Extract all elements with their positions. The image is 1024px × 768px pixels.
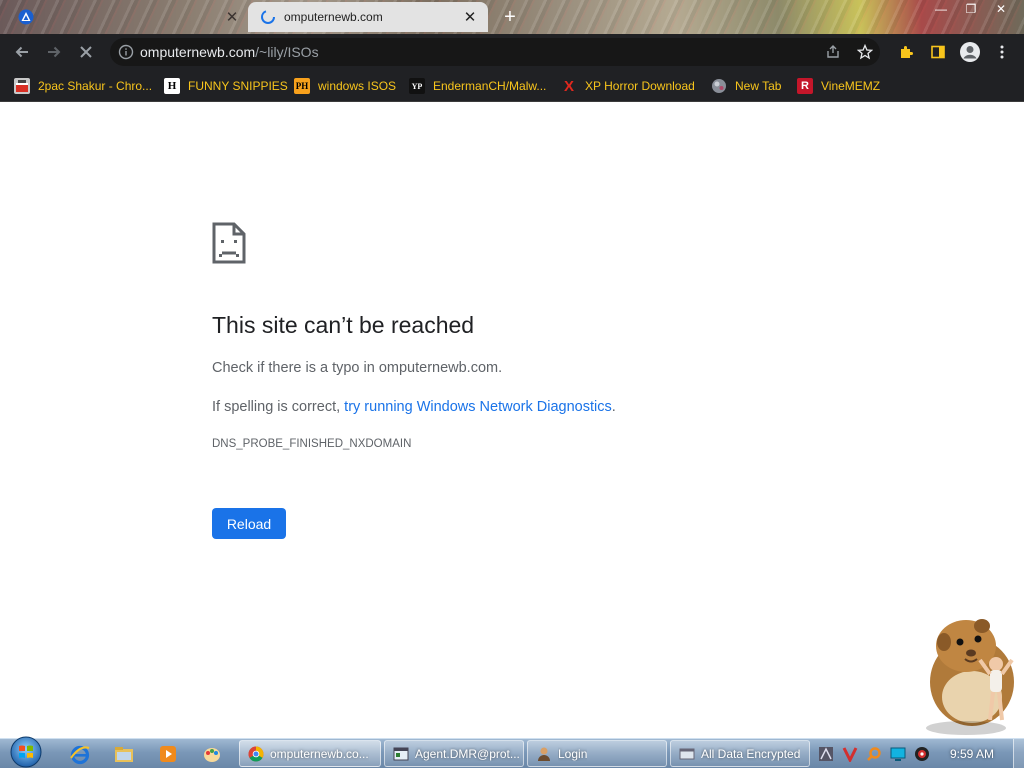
bookmark-endermanch[interactable]: YP EndermanCH/Malw... [409, 76, 546, 96]
diagnostics-link[interactable]: try running Windows Network Diagnostics [344, 399, 612, 415]
close-window-icon[interactable]: ✕ [986, 0, 1016, 18]
bookmark-xp-horror[interactable]: X XP Horror Download [561, 76, 695, 96]
error-title: This site can’t be reached [212, 312, 475, 338]
bookmark-globe-icon [711, 78, 727, 94]
task-label: All Data Encrypted [701, 746, 801, 761]
media-player-icon[interactable] [148, 742, 188, 766]
stop-loading-icon[interactable] [72, 38, 100, 66]
bookmark-yp-icon: YP [409, 78, 425, 94]
tab-favicon-icon [18, 9, 34, 25]
window-controls: — ❐ ✕ [926, 0, 1016, 18]
bookmark-h-icon: H [164, 78, 180, 94]
task-label: Login [558, 746, 588, 761]
minimize-icon[interactable]: — [926, 0, 956, 18]
chrome-icon [248, 746, 264, 761]
bookmark-label: 2pac Shakur - Chro... [38, 79, 153, 93]
back-icon[interactable] [8, 38, 36, 66]
close-icon[interactable]: ✕ [222, 7, 242, 27]
bookmarks-bar: 2pac Shakur - Chro... H FUNNY SNIPPIES P… [0, 70, 1024, 102]
bookmark-x-icon: X [563, 77, 574, 95]
tab-title: omputernewb.com [284, 10, 383, 24]
bookmark-label: VineMEMZ [821, 79, 881, 93]
task-label: omputernewb.co... [270, 746, 369, 761]
window-icon [679, 748, 695, 759]
tray-app-icon[interactable] [818, 746, 834, 762]
user-icon [538, 747, 550, 761]
bookmark-ph-icon: PH [294, 78, 310, 94]
bookmark-r-icon: R [797, 78, 813, 94]
error-diagnostics-hint: If spelling is correct, try running Wind… [212, 399, 616, 415]
address-bar[interactable]: omputernewb.com/~lily/ISOs [110, 38, 880, 66]
profile-icon[interactable] [956, 38, 984, 66]
desktop-pet-hamster[interactable] [916, 612, 1022, 736]
forward-icon[interactable] [40, 38, 68, 66]
url-path: /~lily/ISOs [255, 44, 319, 60]
task-agent-dmr[interactable]: Agent.DMR@prot... [384, 740, 524, 767]
bookmark-label: XP Horror Download [585, 79, 695, 93]
bookmark-label: New Tab [735, 79, 782, 93]
ie-icon[interactable] [60, 742, 100, 766]
show-desktop-button[interactable] [1013, 739, 1024, 768]
error-typo-hint: Check if there is a typo in omputernewb.… [212, 360, 503, 376]
extensions-icon[interactable] [892, 38, 920, 66]
loading-spinner-icon [261, 10, 275, 24]
new-tab-icon[interactable]: + [498, 6, 522, 28]
screen: ✕ omputernewb.com ✕ + — ❐ ✕ omputernewb.… [0, 0, 1024, 768]
bookmark-windows-isos[interactable]: PH windows ISOS [294, 76, 396, 96]
tray-search-icon[interactable] [866, 746, 882, 762]
star-icon[interactable] [856, 43, 874, 61]
bookmark-label: windows ISOS [318, 79, 397, 93]
bookmark-2pac-icon [14, 78, 30, 94]
menu-icon[interactable] [988, 38, 1016, 66]
bookmark-label: FUNNY SNIPPIES [188, 79, 288, 93]
taskbar: omputernewb.co... Agent.DMR@prot... Logi… [0, 738, 1024, 768]
bookmark-funny-snippies[interactable]: H FUNNY SNIPPIES [164, 76, 288, 96]
explorer-icon[interactable] [104, 742, 144, 766]
url-text[interactable]: omputernewb.com/~lily/ISOs [140, 44, 319, 60]
info-icon[interactable] [118, 44, 134, 60]
close-icon[interactable]: ✕ [460, 7, 480, 27]
task-label: Agent.DMR@prot... [415, 746, 520, 761]
browser-toolbar: omputernewb.com/~lily/ISOs [0, 34, 1024, 70]
tray-v-icon[interactable] [842, 746, 858, 762]
error-diagnostics-prefix: If spelling is correct, [212, 399, 345, 415]
task-all-data-encrypted[interactable]: All Data Encrypted [670, 740, 810, 767]
url-host: omputernewb.com [140, 44, 256, 60]
tab-strip: ✕ omputernewb.com ✕ + — ❐ ✕ [0, 0, 1024, 34]
start-button-icon[interactable] [6, 736, 46, 768]
clock[interactable]: 9:59 AM [950, 747, 994, 761]
tab-downloading[interactable]: ✕ [10, 2, 250, 32]
bookmark-2pac[interactable]: 2pac Shakur - Chro... [14, 76, 152, 96]
sad-page-icon [212, 222, 246, 264]
share-icon[interactable] [824, 43, 842, 61]
error-page: This site can’t be reached Check if ther… [0, 103, 1024, 738]
task-login[interactable]: Login [527, 740, 667, 767]
error-code: DNS_PROBE_FINISHED_NXDOMAIN [212, 438, 412, 450]
paint-icon[interactable] [192, 742, 232, 766]
tray-monitor-icon[interactable] [890, 746, 906, 762]
task-chrome[interactable]: omputernewb.co... [239, 740, 381, 767]
bookmark-new-tab[interactable]: New Tab [711, 76, 781, 96]
reload-button[interactable]: Reload [212, 508, 286, 539]
error-diagnostics-suffix: . [611, 399, 616, 415]
bookmark-vinememz[interactable]: R VineMEMZ [797, 76, 880, 96]
tray-record-icon[interactable] [914, 746, 930, 762]
tab-omputernewb[interactable]: omputernewb.com ✕ [248, 2, 488, 32]
maximize-icon[interactable]: ❐ [956, 0, 986, 18]
app-window-icon [393, 747, 409, 760]
bookmark-label: EndermanCH/Malw... [433, 79, 547, 93]
sidebar-icon[interactable] [924, 38, 952, 66]
